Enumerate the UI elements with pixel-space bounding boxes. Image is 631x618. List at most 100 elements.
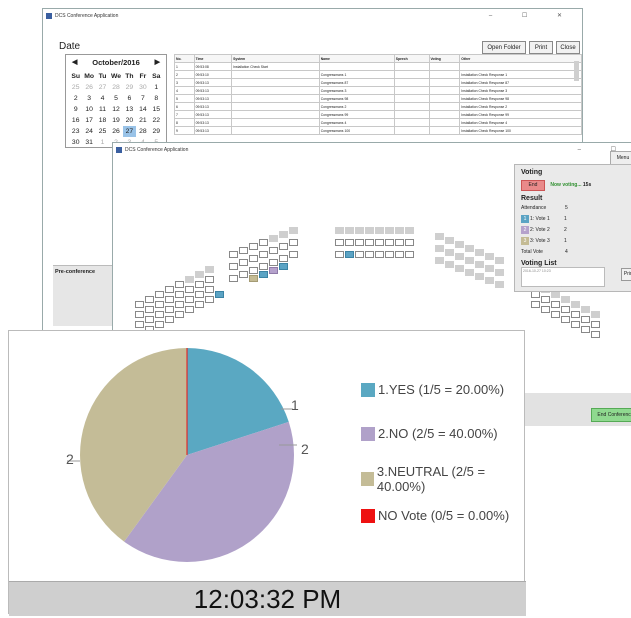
seat[interactable] <box>551 311 560 318</box>
seat[interactable] <box>475 273 484 280</box>
seat[interactable] <box>365 239 374 246</box>
seat[interactable] <box>465 257 474 264</box>
seat[interactable] <box>455 265 464 272</box>
calendar-day[interactable]: 21 <box>136 115 149 126</box>
seat[interactable] <box>155 321 164 328</box>
seat[interactable] <box>355 227 364 234</box>
table-row[interactable]: 7 09:53:13 Congressmans 99 Installation Che… <box>174 110 582 119</box>
calendar-day[interactable]: 4 <box>96 93 109 104</box>
seat[interactable] <box>485 253 494 260</box>
seat[interactable] <box>581 306 590 313</box>
seat[interactable] <box>239 247 248 254</box>
calendar-day[interactable]: 31 <box>82 137 95 148</box>
seat[interactable] <box>229 251 238 258</box>
seat[interactable] <box>145 296 154 303</box>
seat[interactable] <box>355 251 364 258</box>
calendar-day[interactable]: 11 <box>96 104 109 115</box>
seat[interactable] <box>561 306 570 313</box>
seat[interactable] <box>135 301 144 308</box>
voting-list[interactable]: 2016-10-27 10:23 <box>521 267 605 287</box>
seat[interactable] <box>155 291 164 298</box>
seat[interactable] <box>435 245 444 252</box>
seat[interactable] <box>345 239 354 246</box>
seat[interactable] <box>249 243 258 250</box>
seat[interactable] <box>561 316 570 323</box>
voting-list-entry[interactable]: 2016-10-27 10:23 <box>523 269 551 273</box>
calendar-day[interactable]: 24 <box>82 126 95 137</box>
seat[interactable] <box>495 281 504 288</box>
seat[interactable] <box>335 227 344 234</box>
seat[interactable] <box>269 259 278 266</box>
seat[interactable] <box>385 227 394 234</box>
table-row[interactable]: 4 09:53:13 Congressmans 3 Installation Chec… <box>174 86 582 95</box>
seat[interactable] <box>475 261 484 268</box>
seat[interactable] <box>375 227 384 234</box>
seat[interactable] <box>365 227 374 234</box>
calendar-day[interactable]: 10 <box>82 104 95 115</box>
end-voting-button[interactable]: End <box>521 180 545 191</box>
seat[interactable] <box>185 276 194 283</box>
seat[interactable] <box>395 227 404 234</box>
print-button[interactable]: Print <box>529 41 553 54</box>
calendar-day[interactable]: 1 <box>150 82 163 93</box>
seat[interactable] <box>205 266 214 273</box>
seat[interactable] <box>561 296 570 303</box>
seat[interactable] <box>165 286 174 293</box>
seat[interactable] <box>249 267 258 274</box>
seat[interactable] <box>551 301 560 308</box>
seat[interactable] <box>175 311 184 318</box>
seat[interactable] <box>495 269 504 276</box>
seat[interactable] <box>289 227 298 234</box>
seat[interactable] <box>375 251 384 258</box>
seat[interactable] <box>385 239 394 246</box>
seat[interactable] <box>495 257 504 264</box>
seat[interactable] <box>239 259 248 266</box>
seat[interactable] <box>145 306 154 313</box>
close-button[interactable]: Close <box>556 41 580 54</box>
calendar-day[interactable]: 29 <box>150 126 163 137</box>
seat[interactable] <box>531 291 540 298</box>
seat[interactable] <box>249 255 258 262</box>
calendar-day[interactable]: 15 <box>150 104 163 115</box>
column-header[interactable]: Name <box>318 54 395 63</box>
seat[interactable] <box>445 249 454 256</box>
seat[interactable] <box>405 227 414 234</box>
calendar-day[interactable]: 16 <box>69 115 82 126</box>
seat[interactable] <box>395 251 404 258</box>
calendar-day[interactable]: 1 <box>96 137 109 148</box>
seat[interactable] <box>205 286 214 293</box>
seat[interactable] <box>269 267 278 274</box>
calendar-day[interactable]: 20 <box>123 115 136 126</box>
seat[interactable] <box>259 251 268 258</box>
calendar-day[interactable]: 26 <box>109 126 122 137</box>
calendar-day[interactable]: 5 <box>109 93 122 104</box>
seat[interactable] <box>155 301 164 308</box>
seat[interactable] <box>475 249 484 256</box>
seat[interactable] <box>269 247 278 254</box>
calendar-day[interactable]: 12 <box>109 104 122 115</box>
seat[interactable] <box>455 241 464 248</box>
seat[interactable] <box>279 231 288 238</box>
column-header[interactable]: Other <box>459 54 582 63</box>
seat[interactable] <box>135 311 144 318</box>
print-voting-button[interactable]: Print <box>621 268 631 281</box>
column-header[interactable]: Time <box>193 54 233 63</box>
seat[interactable] <box>591 321 600 328</box>
next-month-icon[interactable]: ▶ <box>155 55 160 71</box>
seat[interactable] <box>345 227 354 234</box>
calendar-day[interactable]: 29 <box>123 82 136 93</box>
seat[interactable] <box>259 263 268 270</box>
seat[interactable] <box>239 271 248 278</box>
seat[interactable] <box>345 251 354 258</box>
seat[interactable] <box>531 301 540 308</box>
seat[interactable] <box>541 296 550 303</box>
table-row[interactable]: 8 09:53:13 Congressmans 4 Installation Chec… <box>174 118 582 127</box>
seat[interactable] <box>571 311 580 318</box>
seat[interactable] <box>335 251 344 258</box>
scrollbar[interactable] <box>574 61 579 81</box>
seat[interactable] <box>455 253 464 260</box>
calendar-day[interactable]: 6 <box>123 93 136 104</box>
seat[interactable] <box>229 275 238 282</box>
seat[interactable] <box>205 276 214 283</box>
seat[interactable] <box>405 239 414 246</box>
